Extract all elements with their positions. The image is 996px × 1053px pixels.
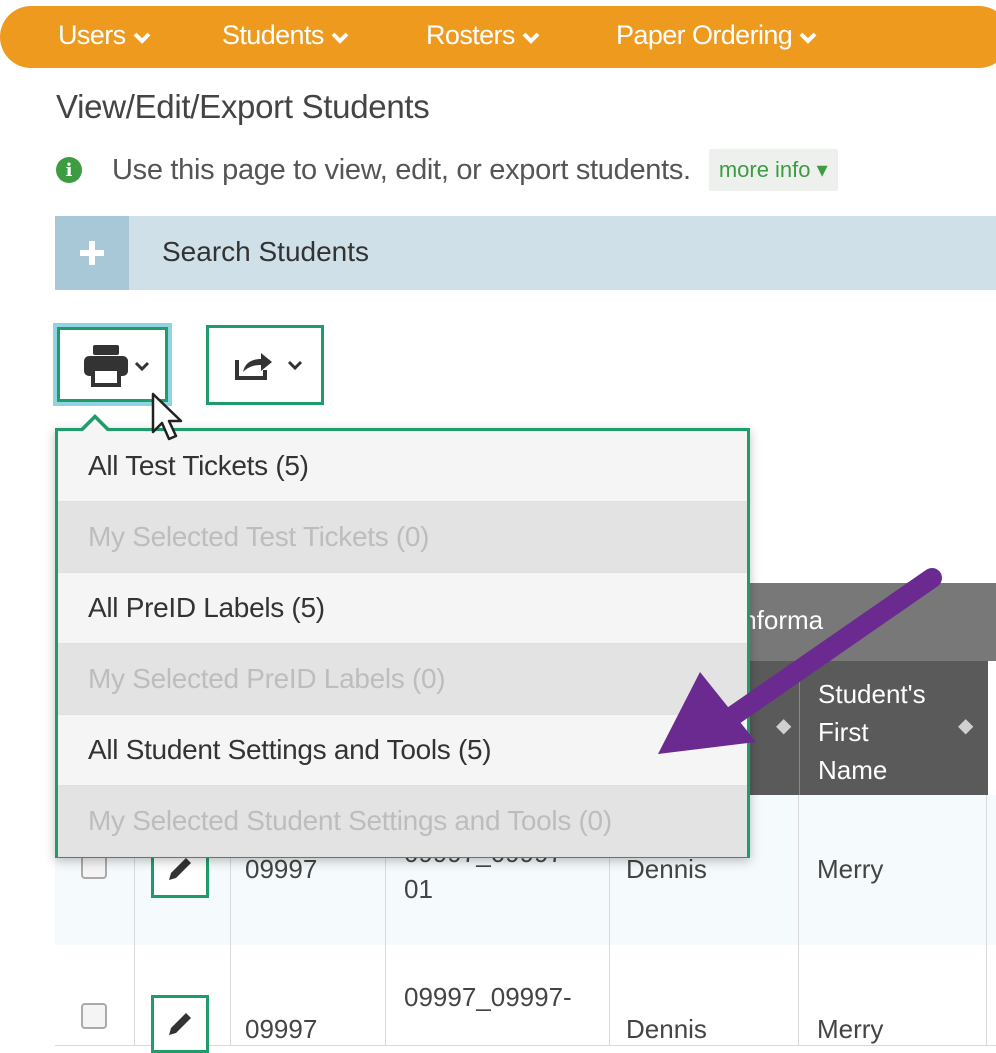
page-title: View/Edit/Export Students [56,88,430,125]
pencil-icon [169,858,191,880]
top-nav: Users Students Rosters Paper Ordering [0,6,996,68]
export-button[interactable] [206,325,324,405]
chevron-down-icon [133,32,150,44]
nav-rosters[interactable]: Rosters [426,20,540,51]
chevron-down-icon [134,361,150,372]
edit-button[interactable] [151,995,209,1053]
nav-students[interactable]: Students [222,20,349,51]
info-line: i Use this page to view, edit, or export… [56,147,838,193]
row-checkbox[interactable] [81,1003,107,1029]
chevron-down-icon [287,360,303,371]
sort-icon[interactable]: ◆ [958,713,973,738]
search-students-label: Search Students [162,236,370,267]
table-row: 09997 09997_09997- Dennis Merry [55,945,996,1053]
plus-icon[interactable] [55,216,129,290]
info-text: Use this page to view, edit, or export s… [112,153,691,186]
search-students-panel[interactable]: Search Students [55,216,996,290]
pencil-icon [169,1013,191,1035]
nav-users[interactable]: Users [58,20,151,51]
annotation-arrow-icon [658,568,942,754]
chevron-down-icon [331,32,349,44]
menu-item-my-selected-student-settings-and-tools: My Selected Student Settings and Tools (… [58,786,747,857]
share-icon [235,353,272,380]
chevron-down-icon [522,32,540,44]
nav-paper-ordering[interactable]: Paper Ordering [616,20,817,51]
printer-icon [83,344,128,387]
mouse-cursor-icon [151,392,183,441]
chevron-down-icon [799,32,817,44]
info-icon: i [56,157,82,183]
more-info-button[interactable]: more info ▾ [708,149,838,191]
